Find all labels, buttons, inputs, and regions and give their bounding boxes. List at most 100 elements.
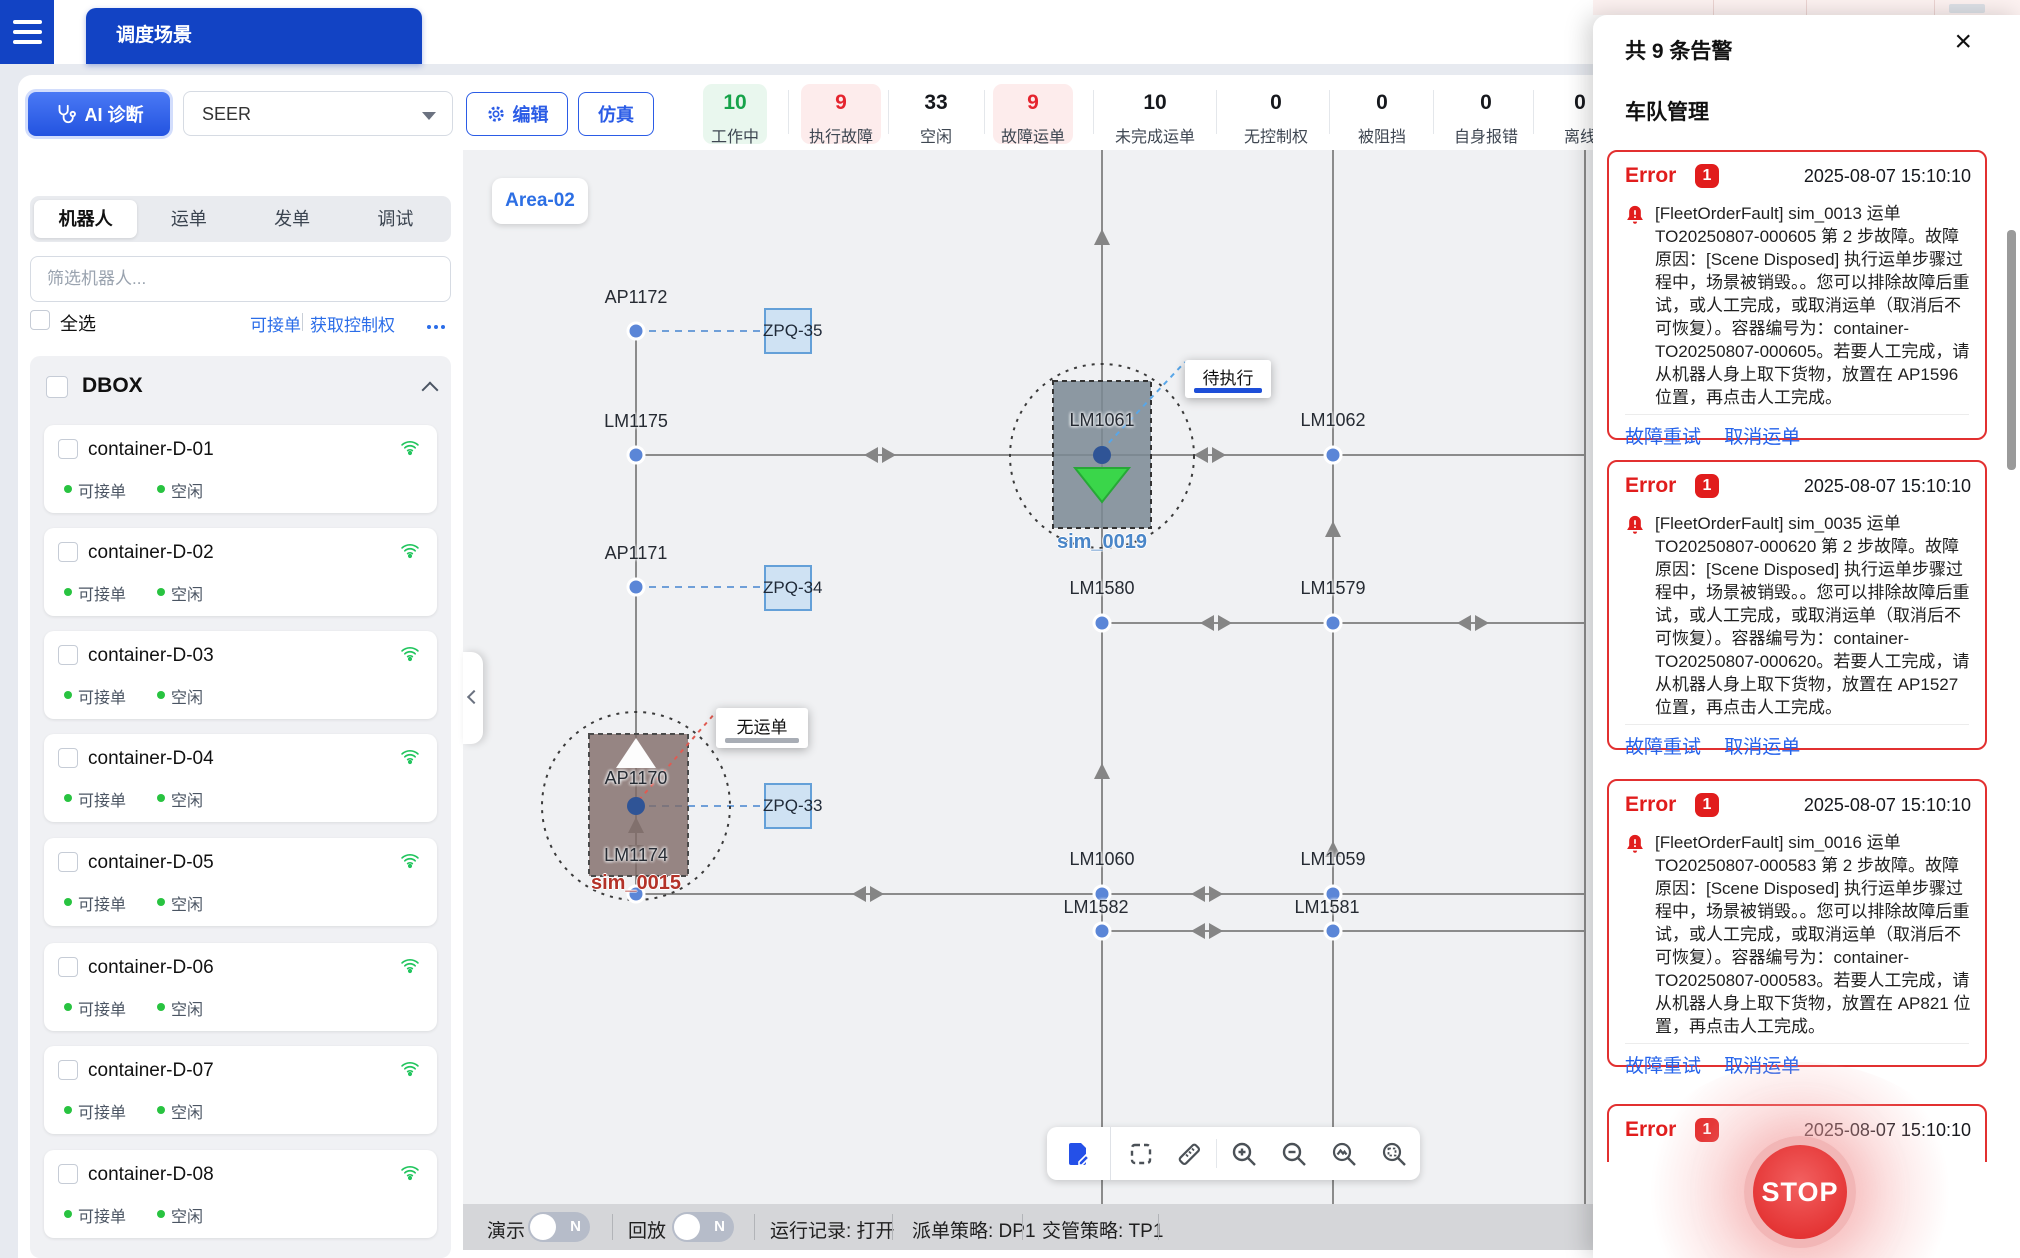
select-all-label: 全选 bbox=[60, 310, 96, 336]
stat-working: 10 工作中 bbox=[675, 86, 795, 147]
robot-card[interactable]: container-D-04 可接单 空闲 bbox=[44, 734, 437, 822]
stat-blocked: 0 被阻挡 bbox=[1322, 86, 1442, 147]
agv-id-label[interactable]: sim_0019 bbox=[1057, 531, 1147, 554]
robot-checkbox[interactable] bbox=[58, 1164, 78, 1184]
group-checkbox[interactable] bbox=[46, 376, 68, 398]
zone-label: ZPQ-34 bbox=[763, 578, 823, 598]
map-node-label: LM1061 bbox=[1069, 410, 1134, 431]
edit-tool-icon[interactable] bbox=[1064, 1140, 1092, 1168]
robot-checkbox[interactable] bbox=[58, 542, 78, 562]
gear-icon bbox=[486, 104, 506, 124]
demo-toggle[interactable]: N bbox=[528, 1212, 590, 1242]
robot-checkbox[interactable] bbox=[58, 852, 78, 872]
tab-dispatch[interactable]: 发单 bbox=[241, 200, 344, 238]
map-node-label: LM1581 bbox=[1294, 897, 1359, 918]
marquee-select-icon[interactable] bbox=[1127, 1140, 1155, 1168]
alert-panel-scrollbar[interactable] bbox=[2007, 230, 2016, 470]
wifi-icon bbox=[399, 540, 421, 565]
tab-debug[interactable]: 调试 bbox=[344, 200, 447, 238]
robot-card[interactable]: container-D-02 可接单 空闲 bbox=[44, 528, 437, 616]
retry-fault-link[interactable]: 故障重试 bbox=[1625, 737, 1701, 758]
alert-message: [FleetOrderFault] sim_0035 运单 TO20250807… bbox=[1655, 512, 1975, 719]
wifi-icon bbox=[399, 955, 421, 980]
robot-card[interactable]: container-D-06 可接单 空闲 bbox=[44, 943, 437, 1031]
get-control-link[interactable]: 获取控制权 bbox=[310, 311, 395, 336]
map-node-label: LM1580 bbox=[1069, 578, 1134, 599]
robot-checkbox[interactable] bbox=[58, 748, 78, 768]
map-node-label: AP1170 bbox=[605, 768, 668, 789]
agv-status-tooltip: 待执行 bbox=[1185, 360, 1271, 398]
map-node-label: LM1062 bbox=[1300, 410, 1365, 431]
emergency-stop-button[interactable]: STOP bbox=[1744, 1136, 1856, 1248]
sidebar-tabs: 机器人 运单 发单 调试 bbox=[30, 196, 451, 242]
robot-card[interactable]: container-D-08 可接单 空闲 bbox=[44, 1150, 437, 1238]
replay-toggle[interactable]: N bbox=[672, 1212, 734, 1242]
dispatch-policy: 派单策略: DP1 bbox=[912, 1216, 1036, 1243]
alert-count-badge: 1 bbox=[1695, 793, 1719, 817]
map-node-label: LM1175 bbox=[604, 411, 668, 432]
canvas-toolbar bbox=[1047, 1127, 1420, 1180]
hamburger-menu-button[interactable] bbox=[0, 0, 54, 64]
alert-card: Error 1 2025-08-07 15:10:10 [FleetOrderF… bbox=[1607, 779, 1987, 1067]
map-node-label: LM1059 bbox=[1300, 849, 1365, 870]
ruler-icon[interactable] bbox=[1175, 1140, 1203, 1168]
wifi-icon bbox=[399, 437, 421, 462]
retry-fault-link[interactable]: 故障重试 bbox=[1625, 1056, 1701, 1077]
run-log-status[interactable]: 运行记录: 打开 bbox=[770, 1216, 895, 1243]
stat-no-control: 0 无控制权 bbox=[1216, 86, 1336, 147]
tab-robots[interactable]: 机器人 bbox=[34, 200, 137, 238]
robot-checkbox[interactable] bbox=[58, 1060, 78, 1080]
robot-checkbox[interactable] bbox=[58, 645, 78, 665]
demo-label: 演示 bbox=[487, 1216, 525, 1243]
chevron-left-icon bbox=[467, 690, 481, 704]
zoom-in-icon[interactable] bbox=[1230, 1140, 1258, 1168]
robot-filter-input[interactable]: 筛选机器人... bbox=[30, 256, 451, 302]
more-actions-button[interactable] bbox=[424, 318, 445, 336]
map-node-label: AP1172 bbox=[605, 287, 668, 308]
alert-message: [FleetOrderFault] sim_0013 运单 TO20250807… bbox=[1655, 202, 1975, 409]
scene-select[interactable]: SEER bbox=[183, 91, 453, 136]
alert-card: Error 1 2025-08-07 15:10:10 [FleetOrderF… bbox=[1607, 460, 1987, 750]
close-icon[interactable]: × bbox=[1954, 25, 1972, 59]
retry-fault-link[interactable]: 故障重试 bbox=[1625, 427, 1701, 448]
map-node-label: LM1060 bbox=[1069, 849, 1134, 870]
map-node-label: LM1579 bbox=[1300, 578, 1365, 599]
simulation-button[interactable]: 仿真 bbox=[578, 92, 654, 136]
agv-status-tooltip: 无运单 bbox=[716, 708, 808, 748]
app-root: 调度场景 AI 诊断 SEER 编辑 仿真 10 工作中 9 执行故障 33 空… bbox=[0, 0, 2020, 1258]
replay-label: 回放 bbox=[628, 1216, 666, 1243]
window-tab[interactable]: 调度场景 bbox=[86, 8, 422, 64]
area-badge[interactable]: Area-02 bbox=[492, 178, 588, 224]
ai-diagnose-button[interactable]: AI 诊断 bbox=[28, 92, 170, 136]
alert-card: Error 1 2025-08-07 15:10:10 [FleetOrderF… bbox=[1607, 150, 1987, 440]
zoom-out-icon[interactable] bbox=[1280, 1140, 1308, 1168]
robot-card[interactable]: container-D-05 可接单 空闲 bbox=[44, 838, 437, 926]
zone-boxes[interactable] bbox=[765, 309, 811, 828]
robot-checkbox[interactable] bbox=[58, 957, 78, 977]
robot-card[interactable]: container-D-07 可接单 空闲 bbox=[44, 1046, 437, 1134]
tab-orders[interactable]: 运单 bbox=[137, 200, 240, 238]
accept-orders-link[interactable]: 可接单 bbox=[250, 311, 301, 336]
bell-alert-icon bbox=[1625, 833, 1645, 855]
cancel-order-link[interactable]: 取消运单 bbox=[1724, 737, 1800, 758]
map-node-label: AP1171 bbox=[605, 543, 668, 564]
zone-label: ZPQ-35 bbox=[763, 321, 823, 341]
select-all-checkbox[interactable] bbox=[30, 310, 50, 330]
stethoscope-icon bbox=[54, 103, 76, 125]
sidebar-collapse-handle[interactable] bbox=[463, 652, 483, 744]
robot-checkbox[interactable] bbox=[58, 439, 78, 459]
agv-id-label[interactable]: sim_0015 bbox=[591, 872, 681, 895]
map-node-dots[interactable] bbox=[627, 323, 1341, 939]
zoom-fit-icon[interactable] bbox=[1380, 1140, 1408, 1168]
stat-unfinished-orders: 10 未完成运单 bbox=[1095, 86, 1215, 147]
robot-card[interactable]: container-D-03 可接单 空闲 bbox=[44, 631, 437, 719]
wifi-icon bbox=[399, 850, 421, 875]
wifi-icon bbox=[399, 1162, 421, 1187]
cancel-order-link[interactable]: 取消运单 bbox=[1724, 427, 1800, 448]
alert-panel-title: 共 9 条告警 bbox=[1625, 35, 1732, 65]
edit-button[interactable]: 编辑 bbox=[466, 92, 568, 136]
zoom-overview-icon[interactable] bbox=[1330, 1140, 1358, 1168]
robot-card[interactable]: container-D-01 可接单 空闲 bbox=[44, 425, 437, 513]
alert-count-badge: 1 bbox=[1695, 474, 1719, 498]
stat-fault-orders: 9 故障运单 bbox=[973, 86, 1093, 147]
